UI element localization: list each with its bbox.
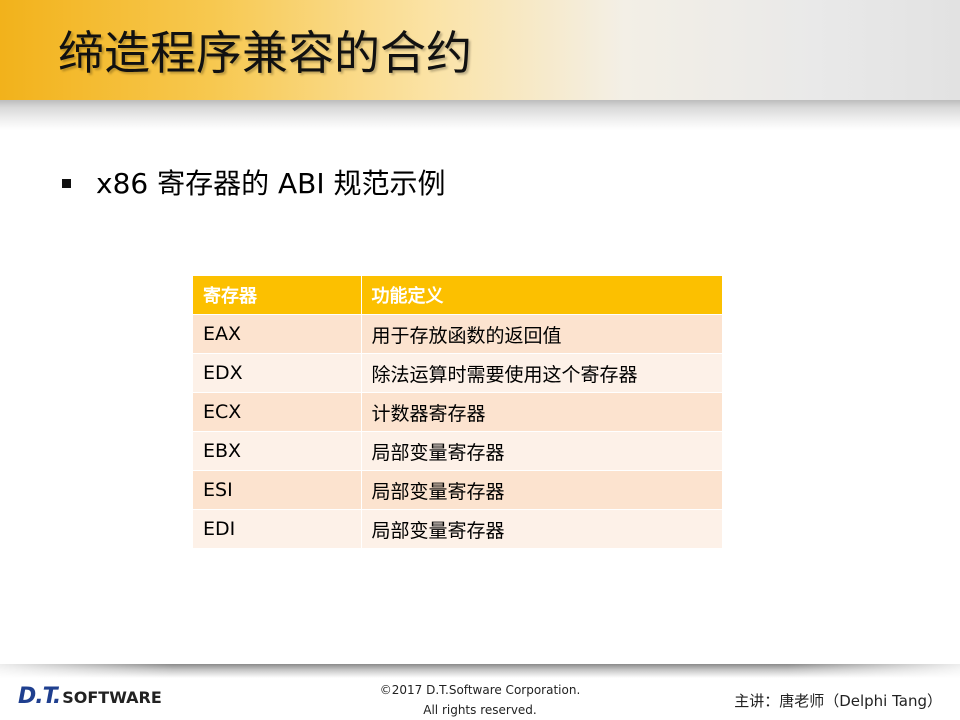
register-name: EDI (193, 509, 362, 549)
table-row: ECX 计数器寄存器 (193, 392, 723, 432)
footer-divider-fade (0, 664, 960, 678)
register-name: EAX (193, 314, 362, 354)
register-name: EBX (193, 431, 362, 471)
register-function: 用于存放函数的返回值 (361, 314, 723, 354)
logo-mark: D.T. (18, 684, 61, 709)
dt-software-logo: D.T. SOFTWARE (18, 684, 162, 712)
register-function: 计数器寄存器 (361, 392, 723, 432)
table-row: EBX 局部变量寄存器 (193, 431, 723, 471)
register-name: ECX (193, 392, 362, 432)
bullet-text: x86 寄存器的 ABI 规范示例 (96, 167, 446, 200)
register-function: 局部变量寄存器 (361, 509, 723, 549)
register-function: 局部变量寄存器 (361, 431, 723, 471)
copyright-line-1: ©2017 D.T.Software Corporation. (379, 683, 581, 697)
register-function: 局部变量寄存器 (361, 470, 723, 510)
title-band-shadow (0, 100, 960, 130)
slide-title: 缔造程序兼容的合约 (58, 26, 472, 80)
copyright-notice: ©2017 D.T.Software Corporation. All righ… (330, 680, 630, 720)
table-row: EDX 除法运算时需要使用这个寄存器 (193, 353, 723, 393)
bullet-square-icon (62, 179, 71, 188)
copyright-line-2: All rights reserved. (423, 703, 537, 717)
table-row: EAX 用于存放函数的返回值 (193, 314, 723, 354)
table-row: ESI 局部变量寄存器 (193, 470, 723, 510)
table-header-row: 寄存器 功能定义 (193, 276, 723, 315)
presenter-credit: 主讲：唐老师（Delphi Tang） (734, 692, 942, 710)
logo-word: SOFTWARE (62, 688, 162, 707)
register-name: EDX (193, 353, 362, 393)
register-name: ESI (193, 470, 362, 510)
column-header-register: 寄存器 (193, 276, 362, 315)
abi-register-table: 寄存器 功能定义 EAX 用于存放函数的返回值 EDX 除法运算时需要使用这个寄… (193, 276, 723, 549)
table-row: EDI 局部变量寄存器 (193, 509, 723, 549)
register-function: 除法运算时需要使用这个寄存器 (361, 353, 723, 393)
column-header-function: 功能定义 (361, 276, 723, 315)
